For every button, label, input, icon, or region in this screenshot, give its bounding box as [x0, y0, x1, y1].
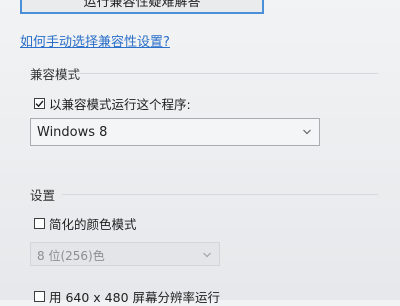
- compatibility-panel: 运行兼容性疑难解答 如何手动选择兼容性设置? 兼容模式 以兼容模式运行这个程序:…: [0, 0, 400, 305]
- chevron-down-icon: [303, 129, 311, 135]
- manual-compatibility-help-link[interactable]: 如何手动选择兼容性设置?: [20, 31, 170, 50]
- troubleshooter-button-label: 运行兼容性疑难解答: [83, 0, 201, 10]
- reduced-color-mode-label: 简化的颜色模式: [49, 217, 137, 232]
- run-640x480-label: 用 640 x 480 屏幕分辨率运行: [49, 290, 221, 305]
- run-in-compatibility-mode-checkbox[interactable]: [34, 98, 45, 109]
- settings-group-label: 设置: [30, 188, 56, 203]
- run-640x480-checkbox[interactable]: [34, 291, 45, 302]
- run-in-compatibility-mode-row[interactable]: 以兼容模式运行这个程序:: [34, 94, 191, 113]
- compatibility-os-select[interactable]: Windows 8: [30, 118, 320, 146]
- reduced-color-mode-checkbox[interactable]: [34, 218, 45, 229]
- reduced-color-depth-select: 8 位(256)色: [30, 242, 220, 266]
- chevron-down-icon: [203, 252, 211, 258]
- settings-divider: [62, 194, 378, 195]
- run-in-compatibility-mode-label: 以兼容模式运行这个程序:: [49, 97, 191, 112]
- troubleshooter-button[interactable]: 运行兼容性疑难解答: [20, 0, 264, 14]
- compatibility-mode-divider: [74, 73, 378, 74]
- reduced-color-depth-select-value: 8 位(256)色: [37, 249, 105, 263]
- reduced-color-mode-row[interactable]: 简化的颜色模式: [34, 214, 137, 233]
- run-640x480-row[interactable]: 用 640 x 480 屏幕分辨率运行: [34, 287, 220, 306]
- checkmark-icon: [35, 100, 44, 108]
- compatibility-os-select-value: Windows 8: [37, 125, 108, 140]
- compatibility-mode-group-label: 兼容模式: [30, 67, 81, 82]
